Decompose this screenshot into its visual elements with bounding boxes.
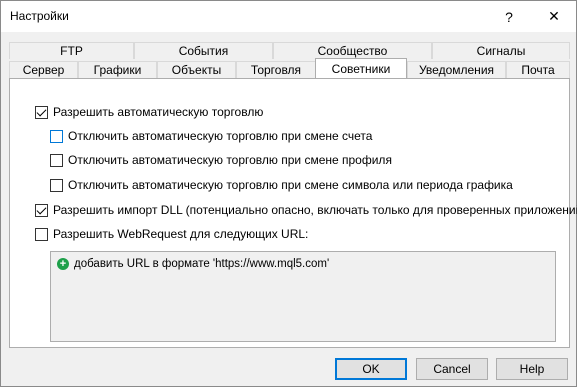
settings-dialog: Настройки ? ✕ FTP События Сообщество Сиг… bbox=[0, 0, 577, 387]
close-icon: ✕ bbox=[548, 8, 560, 24]
help-button[interactable]: Help bbox=[496, 358, 568, 380]
disable-on-account-change-label: Отключить автоматическую торговлю при см… bbox=[68, 129, 373, 143]
allow-algo-trading-checkbox[interactable] bbox=[35, 105, 48, 119]
close-button[interactable]: ✕ bbox=[532, 1, 576, 32]
cancel-button[interactable]: Cancel bbox=[416, 358, 488, 380]
tab-events[interactable]: События bbox=[134, 42, 273, 59]
allow-webrequest-checkbox[interactable] bbox=[35, 227, 48, 241]
allow-dll-import-option[interactable]: Разрешить импорт DLL (потенциально опасн… bbox=[35, 202, 577, 218]
tab-signals[interactable]: Сигналы bbox=[432, 42, 570, 59]
tab-strip: FTP События Сообщество Сигналы Сервер Гр… bbox=[9, 41, 570, 79]
allow-algo-trading-label: Разрешить автоматическую торговлю bbox=[53, 105, 264, 119]
tab-charts[interactable]: Графики bbox=[78, 61, 157, 78]
disable-on-profile-change-option[interactable]: Отключить автоматическую торговлю при см… bbox=[50, 152, 392, 168]
ok-button[interactable]: OK bbox=[335, 358, 407, 380]
question-icon: ? bbox=[505, 8, 513, 25]
tab-objects[interactable]: Объекты bbox=[157, 61, 236, 78]
disable-on-profile-change-checkbox[interactable] bbox=[50, 153, 63, 167]
tab-email[interactable]: Почта bbox=[506, 61, 570, 78]
expert-advisors-panel: Разрешить автоматическую торговлю Отключ… bbox=[9, 78, 577, 348]
tab-trade[interactable]: Торговля bbox=[236, 61, 316, 78]
disable-on-symbol-change-option[interactable]: Отключить автоматическую торговлю при см… bbox=[50, 177, 513, 193]
allow-webrequest-label: Разрешить WebRequest для следующих URL: bbox=[53, 227, 309, 241]
disable-on-symbol-change-checkbox[interactable] bbox=[50, 178, 63, 192]
tab-notifications[interactable]: Уведомления bbox=[407, 61, 506, 78]
tab-community[interactable]: Сообщество bbox=[273, 42, 432, 59]
help-title-button[interactable]: ? bbox=[487, 1, 531, 32]
plus-icon: + bbox=[57, 258, 69, 270]
tab-server[interactable]: Сервер bbox=[9, 61, 78, 78]
window-title: Настройки bbox=[10, 9, 69, 23]
disable-on-account-change-option[interactable]: Отключить автоматическую торговлю при см… bbox=[50, 128, 372, 144]
disable-on-account-change-checkbox[interactable] bbox=[50, 129, 63, 143]
url-list: + добавить URL в формате 'https://www.mq… bbox=[50, 251, 556, 342]
tab-ftp[interactable]: FTP bbox=[9, 42, 134, 59]
title-bar: Настройки ? ✕ bbox=[1, 1, 576, 32]
allow-webrequest-option[interactable]: Разрешить WebRequest для следующих URL: bbox=[35, 226, 308, 242]
allow-algo-trading-option[interactable]: Разрешить автоматическую торговлю bbox=[35, 104, 263, 120]
allow-dll-import-checkbox[interactable] bbox=[35, 203, 48, 217]
add-url-item[interactable]: + добавить URL в формате 'https://www.mq… bbox=[57, 258, 329, 270]
tab-expert-advisors[interactable]: Советники bbox=[315, 58, 407, 78]
add-url-label: добавить URL в формате 'https://www.mql5… bbox=[74, 258, 330, 270]
disable-on-symbol-change-label: Отключить автоматическую торговлю при см… bbox=[68, 178, 513, 192]
allow-dll-import-label: Разрешить импорт DLL (потенциально опасн… bbox=[53, 203, 577, 217]
disable-on-profile-change-label: Отключить автоматическую торговлю при см… bbox=[68, 153, 392, 167]
